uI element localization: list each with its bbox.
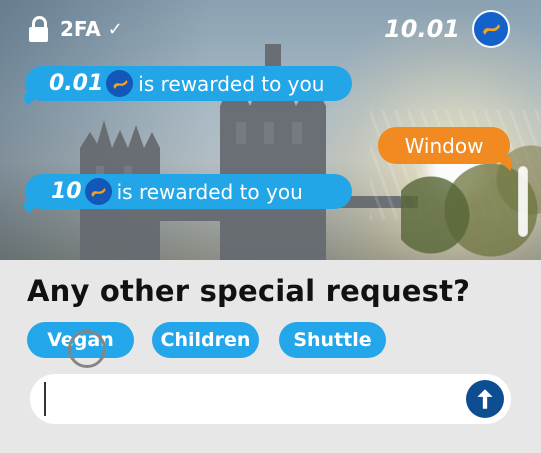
reward-message-bubble: 0.01 is rewarded to you	[25, 66, 352, 101]
coin-icon	[106, 70, 134, 97]
lock-icon	[29, 16, 48, 42]
touch-indicator	[68, 330, 106, 368]
reward-message-text: is rewarded to you	[138, 71, 325, 96]
security-label: 2FA	[60, 17, 101, 41]
coin-icon	[472, 10, 510, 48]
option-shuttle-button[interactable]: Shuttle	[279, 322, 386, 358]
prompt-question: Any other special request?	[27, 274, 471, 308]
coin-icon	[84, 178, 112, 205]
reward-message-text: is rewarded to you	[116, 179, 303, 204]
selected-option-text: Window	[404, 133, 484, 158]
coin-balance: 10.01	[384, 10, 510, 48]
reward-amount: 10	[51, 179, 82, 204]
message-input[interactable]	[52, 374, 456, 426]
send-button[interactable]	[466, 380, 504, 418]
chat-screen: 2FA ✓ 10.01 0.01 is rewarded to you Wind…	[0, 0, 541, 453]
reward-amount: 0.01	[49, 71, 104, 96]
chat-scrollbar[interactable]	[518, 166, 528, 237]
security-status: 2FA ✓	[29, 16, 123, 42]
message-composer	[30, 374, 511, 426]
checkmark-icon: ✓	[107, 18, 123, 40]
selected-option-bubble: Window	[378, 127, 510, 164]
balance-value: 10.01	[384, 15, 460, 43]
text-caret	[44, 382, 46, 416]
option-children-button[interactable]: Children	[152, 322, 259, 358]
arrow-up-icon	[477, 389, 493, 409]
reward-message-bubble: 10 is rewarded to you	[25, 174, 352, 209]
